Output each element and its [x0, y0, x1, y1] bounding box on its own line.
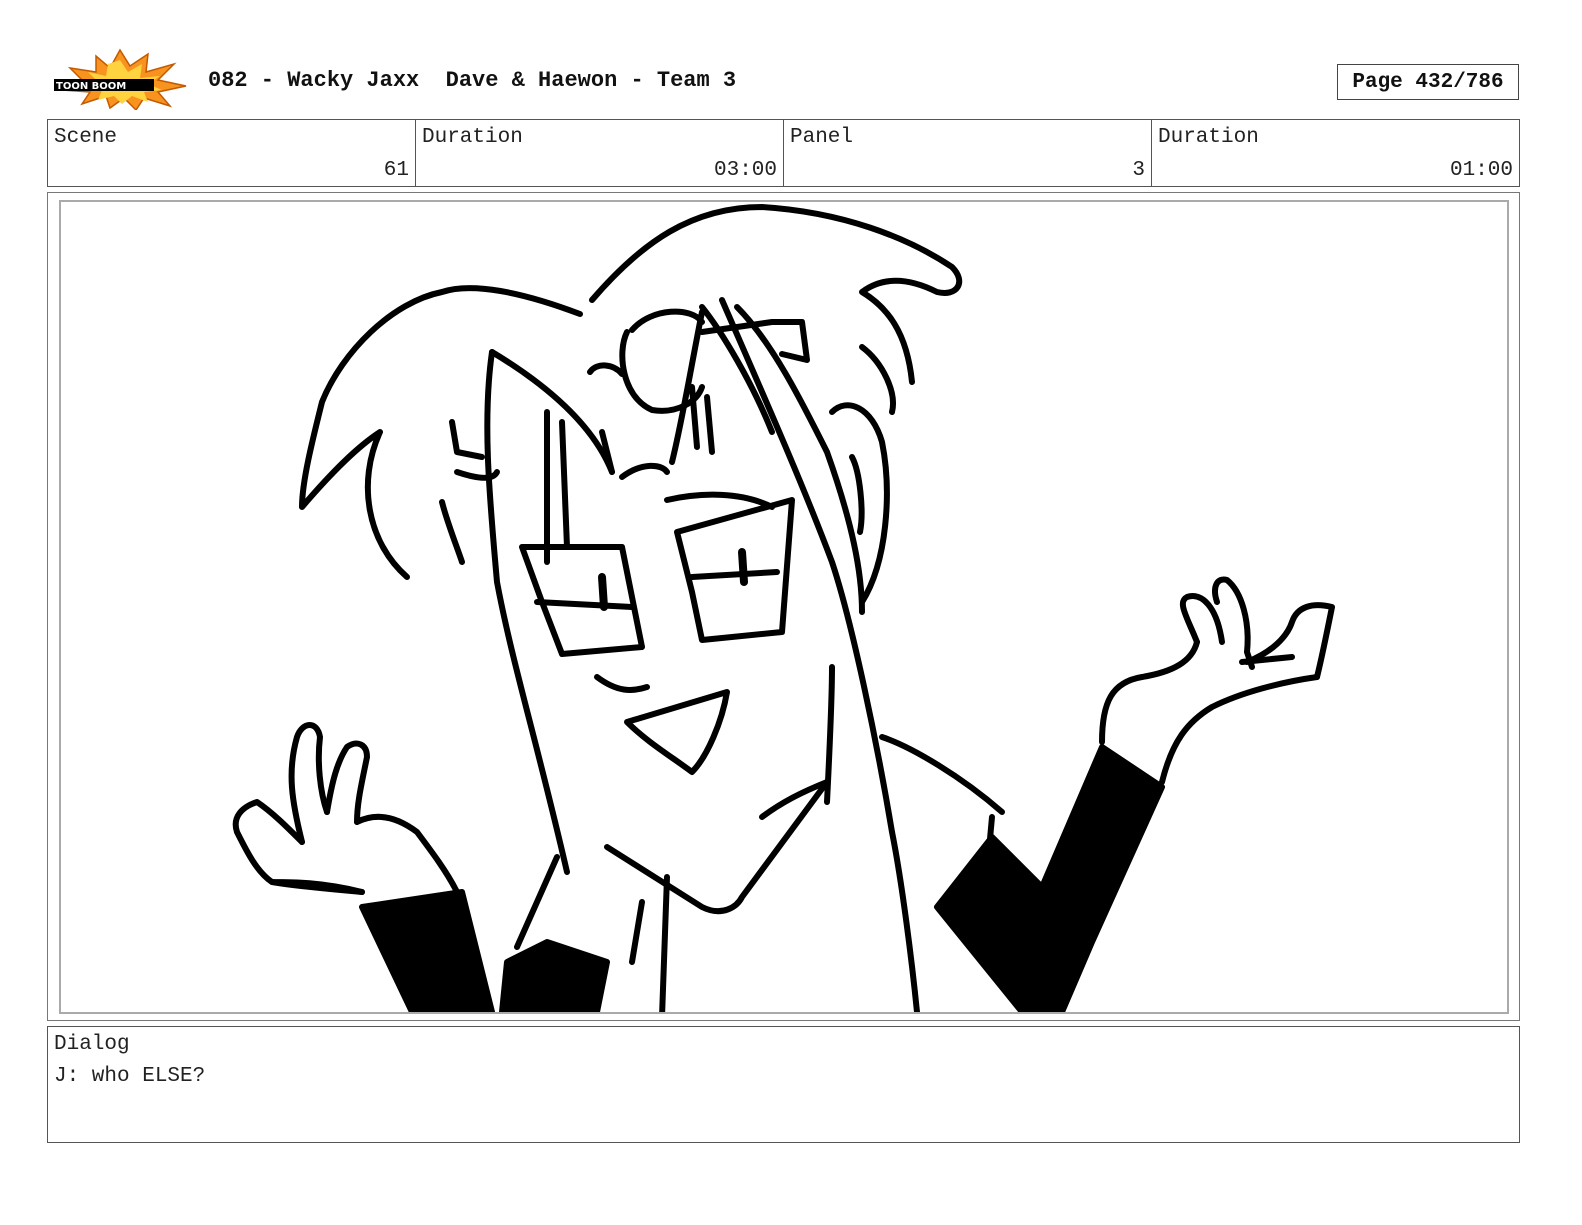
- scene-cell: Scene 61: [48, 120, 416, 186]
- panel-duration-cell: Duration 01:00: [1152, 120, 1519, 186]
- panel-duration-value: 01:00: [1449, 159, 1513, 182]
- dialog-box: Dialog J: who ELSE?: [47, 1026, 1520, 1143]
- scene-duration-label: Duration: [422, 126, 523, 149]
- storyboard-title: 082 - Wacky Jaxx Dave & Haewon - Team 3: [208, 68, 737, 93]
- dialog-text: J: who ELSE?: [54, 1065, 206, 1088]
- scene-duration-cell: Duration 03:00: [416, 120, 784, 186]
- svg-text:TOON BOOM: TOON BOOM: [56, 81, 126, 92]
- panel-value: 3: [1132, 159, 1145, 182]
- panel-duration-label: Duration: [1158, 126, 1259, 149]
- panel-cell: Panel 3: [784, 120, 1152, 186]
- info-row: Scene 61 Duration 03:00 Panel 3 Duration…: [47, 119, 1520, 187]
- scene-duration-value: 03:00: [713, 159, 777, 182]
- dialog-label: Dialog: [54, 1033, 130, 1056]
- page-indicator: Page 432/786: [1337, 64, 1519, 100]
- scene-label: Scene: [54, 126, 118, 149]
- toon-boom-logo: TOON BOOM: [52, 48, 188, 112]
- scene-value: 61: [383, 159, 409, 182]
- storyboard-panel: [59, 200, 1509, 1014]
- panel-label: Panel: [790, 126, 854, 149]
- character-sketch: [232, 204, 1335, 1012]
